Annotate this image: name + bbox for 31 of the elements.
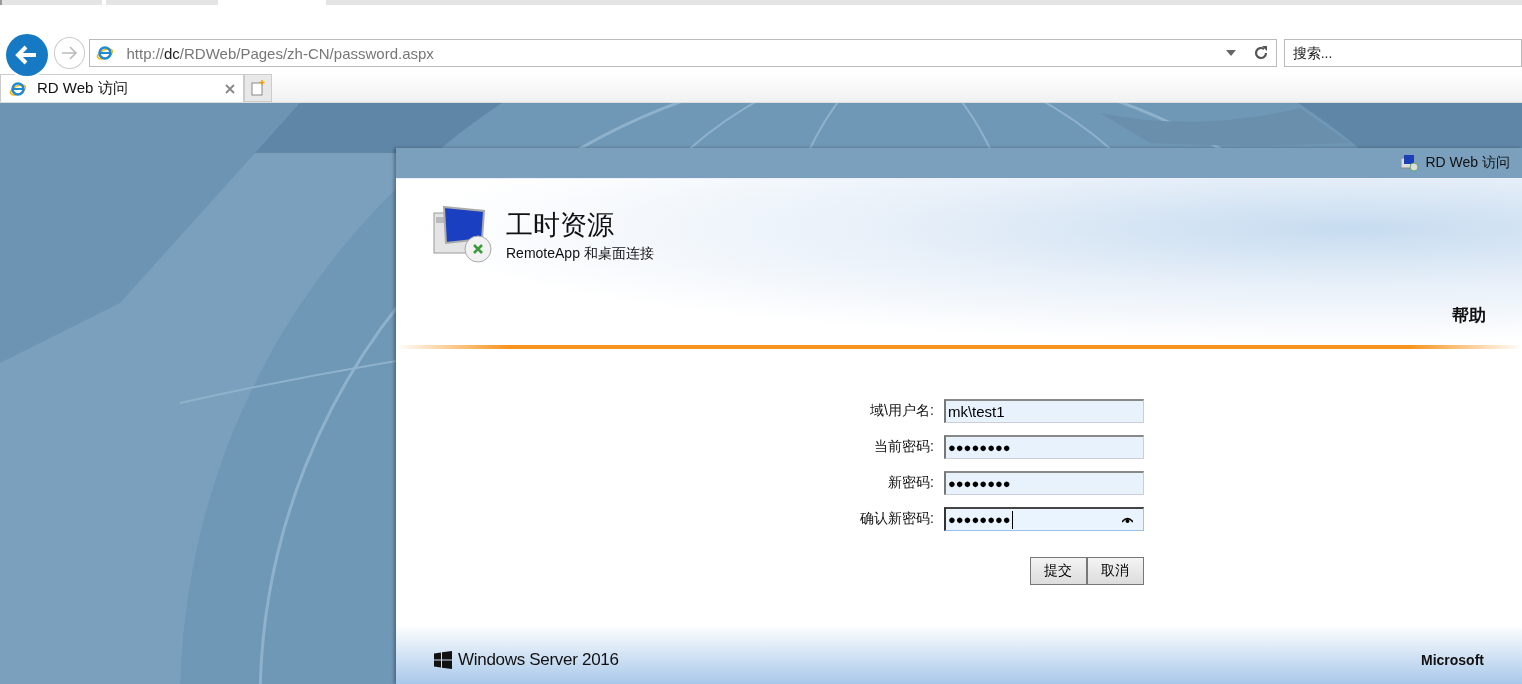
remote-desktop-icon (432, 205, 494, 265)
address-bar[interactable]: http://dc/RDWeb/Pages/zh-CN/password.aspx (89, 39, 1277, 67)
password-field[interactable]: ●●●●●●●● (943, 435, 1144, 459)
product-name: Windows Server 2016 (458, 649, 619, 670)
cancel-button[interactable]: 取消 (1086, 557, 1144, 585)
close-icon[interactable] (225, 83, 235, 94)
help-link[interactable]: 帮助 (1452, 304, 1486, 327)
remote-desktop-icon (1401, 155, 1420, 171)
field-label: 确认新密码: (860, 510, 934, 528)
url-text: http://dc/RDWeb/Pages/zh-CN/password.aspx (126, 44, 435, 62)
field-label: 新密码: (887, 474, 934, 492)
password-field[interactable]: ●●●●●●●● (943, 471, 1144, 495)
submit-button[interactable]: 提交 (1029, 557, 1087, 585)
windows-logo-icon (434, 650, 452, 669)
top-bar-title: RD Web 访问 (1425, 154, 1510, 172)
page-subheading: RemoteApp 和桌面连接 (506, 245, 654, 263)
page-heading: 工时资源 (506, 209, 615, 242)
search-field[interactable]: 搜索... (1283, 39, 1522, 67)
browser-tab[interactable]: RD Web 访问 (0, 74, 244, 102)
microsoft-logo: Microsoft (1421, 651, 1484, 668)
dropdown-icon[interactable] (1225, 50, 1236, 56)
text-field[interactable]: mk\test1 (943, 399, 1144, 423)
field-label: 当前密码: (873, 438, 934, 456)
field-label: 域\用户名: (869, 402, 934, 420)
reveal-password-icon[interactable] (1121, 517, 1133, 523)
new-tab-icon (251, 80, 265, 96)
browser-logo-icon (96, 44, 115, 62)
forward-arrow-icon (60, 46, 79, 60)
password-field[interactable]: ●●●●●●●● (943, 507, 1144, 531)
browser-logo-icon (9, 79, 27, 98)
tab-title: RD Web 访问 (37, 79, 129, 98)
